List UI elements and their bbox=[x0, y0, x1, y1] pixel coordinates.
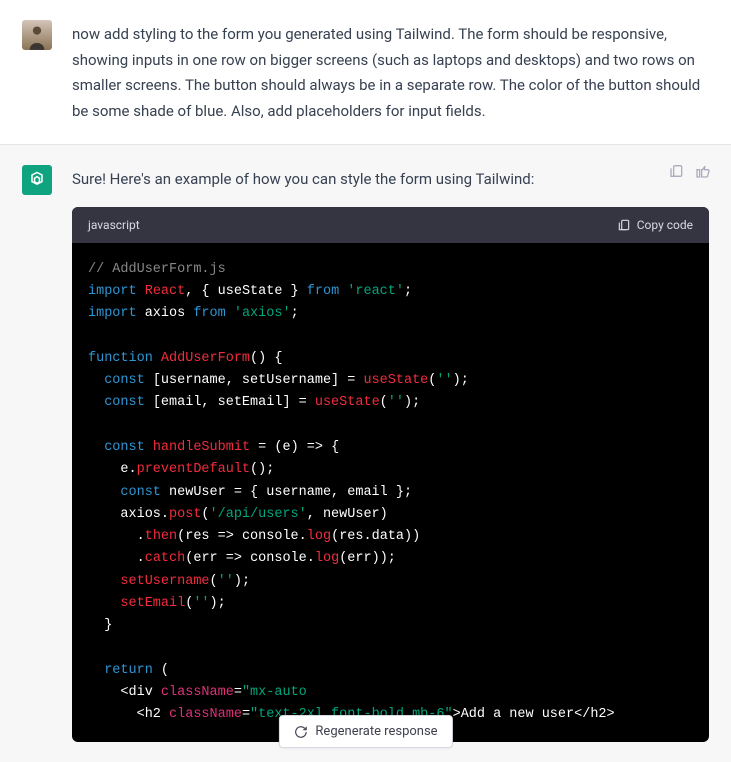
ai-message-row: Sure! Here's an example of how you can s… bbox=[0, 145, 731, 762]
code-block: javascript Copy code // AddUserForm.js i… bbox=[72, 207, 709, 743]
person-icon bbox=[26, 24, 48, 50]
user-message-text: now add styling to the form you generate… bbox=[72, 20, 709, 124]
ai-intro-text: Sure! Here's an example of how you can s… bbox=[72, 167, 709, 193]
user-message-row: now add styling to the form you generate… bbox=[0, 0, 731, 145]
chat-container: now add styling to the form you generate… bbox=[0, 0, 731, 762]
copy-code-label: Copy code bbox=[637, 215, 693, 235]
clipboard-icon[interactable] bbox=[669, 163, 685, 179]
ai-avatar bbox=[22, 165, 52, 195]
thumbs-up-icon[interactable] bbox=[695, 163, 711, 179]
copy-code-button[interactable]: Copy code bbox=[617, 215, 693, 235]
code-header: javascript Copy code bbox=[72, 207, 709, 243]
openai-icon bbox=[27, 170, 47, 190]
code-content[interactable]: // AddUserForm.js import React, { useSta… bbox=[72, 243, 709, 743]
code-language-label: javascript bbox=[88, 215, 140, 235]
user-avatar bbox=[22, 20, 52, 50]
message-actions bbox=[669, 163, 711, 179]
regenerate-button[interactable]: Regenerate response bbox=[278, 715, 452, 748]
refresh-icon bbox=[293, 725, 307, 739]
ai-message-content: Sure! Here's an example of how you can s… bbox=[72, 165, 709, 742]
clipboard-icon bbox=[617, 218, 631, 232]
